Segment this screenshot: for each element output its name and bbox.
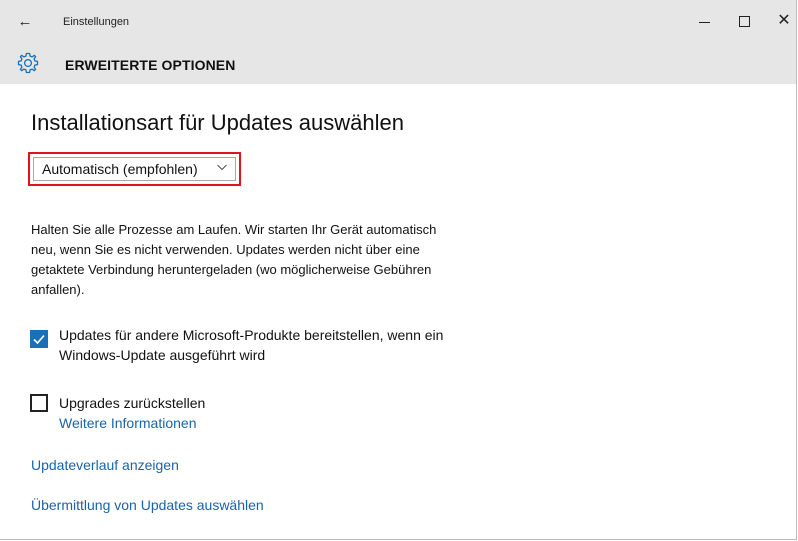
back-arrow-icon[interactable]: ← bbox=[14, 11, 36, 33]
install-type-selected: Automatisch (empfohlen) bbox=[42, 161, 198, 177]
maximize-icon[interactable] bbox=[734, 11, 754, 31]
update-history-link[interactable]: Updateverlauf anzeigen bbox=[31, 457, 179, 473]
content-area: Installationsart für Updates auswählen A… bbox=[0, 84, 796, 540]
page-title: Installationsart für Updates auswählen bbox=[31, 110, 404, 135]
defer-upgrades-label: Upgrades zurückstellen bbox=[59, 395, 206, 411]
checkmark-icon bbox=[33, 334, 45, 345]
more-info-link[interactable]: Weitere Informationen bbox=[59, 415, 196, 431]
title-bar: ← Einstellungen ✕ bbox=[0, 0, 796, 44]
defer-upgrades-checkbox[interactable] bbox=[30, 394, 48, 412]
ms-products-checkbox[interactable] bbox=[30, 330, 48, 348]
chevron-down-icon bbox=[217, 164, 227, 171]
header-title: ERWEITERTE OPTIONEN bbox=[65, 57, 236, 73]
minimize-icon[interactable] bbox=[694, 11, 714, 31]
ms-products-label-line1: Updates für andere Microsoft-Produkte be… bbox=[59, 327, 444, 343]
install-description: Halten Sie alle Prozesse am Laufen. Wir … bbox=[31, 222, 437, 297]
gear-icon bbox=[17, 52, 39, 74]
close-icon[interactable]: ✕ bbox=[774, 11, 794, 31]
settings-window: ← Einstellungen ✕ ERWEITERTE OPTIONEN In… bbox=[0, 0, 797, 540]
install-type-dropdown[interactable]: Automatisch (empfohlen) bbox=[33, 157, 236, 181]
update-delivery-link[interactable]: Übermittlung von Updates auswählen bbox=[31, 497, 264, 513]
app-title: Einstellungen bbox=[63, 16, 130, 28]
ms-products-label-line2: Windows-Update ausgeführt wird bbox=[59, 347, 266, 363]
page-header: ERWEITERTE OPTIONEN bbox=[0, 44, 796, 84]
